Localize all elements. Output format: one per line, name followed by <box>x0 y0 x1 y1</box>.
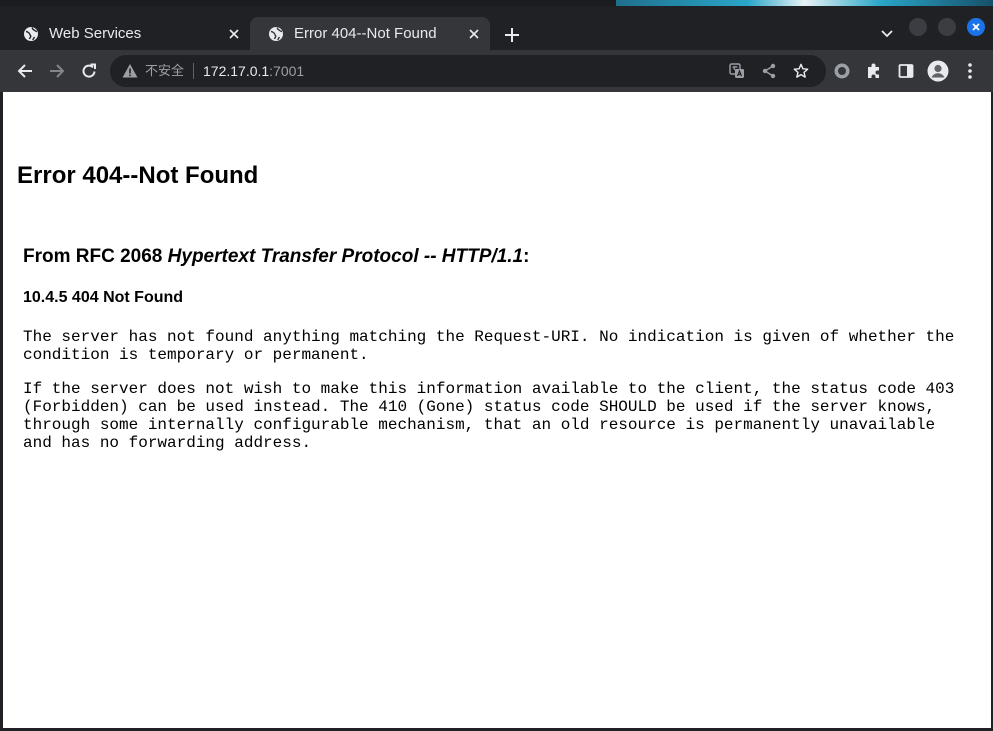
side-panel-icon <box>898 64 914 78</box>
tab-strip: Web Services Error 404--Not Found <box>0 6 993 50</box>
reload-icon <box>82 63 96 78</box>
body-paragraph: If the server does not wish to make this… <box>23 380 955 452</box>
star-icon[interactable] <box>791 61 811 81</box>
address-bar[interactable]: 不安全 172.17.0.1:7001 <box>110 55 826 87</box>
share-icon[interactable] <box>759 61 779 81</box>
page-title: Error 404--Not Found <box>17 162 259 189</box>
profile-button[interactable] <box>926 59 950 83</box>
close-icon[interactable] <box>224 24 244 44</box>
rfc-prefix: From RFC 2068 <box>23 246 168 267</box>
window-close-button[interactable] <box>967 18 985 36</box>
warning-icon[interactable] <box>122 63 138 79</box>
tab-error-404[interactable]: Error 404--Not Found <box>250 17 490 50</box>
menu-button[interactable] <box>958 59 982 83</box>
puzzle-icon <box>868 63 879 78</box>
chevron-down-icon <box>881 30 893 38</box>
reload-button[interactable] <box>77 59 101 83</box>
arrow-right-icon <box>50 64 65 78</box>
back-button[interactable] <box>13 59 37 83</box>
tab-title: Web Services <box>49 25 142 42</box>
record-icon <box>834 63 850 79</box>
globe-icon <box>268 26 284 42</box>
extensions-button[interactable] <box>862 59 886 83</box>
new-tab-button[interactable] <box>500 23 524 47</box>
side-panel-button[interactable] <box>894 59 918 83</box>
arrow-left-icon <box>17 64 32 78</box>
translate-icon[interactable] <box>727 61 747 81</box>
close-icon <box>972 23 980 31</box>
minimize-button[interactable] <box>909 18 927 36</box>
forward-button[interactable] <box>45 59 69 83</box>
browser-toolbar: 不安全 172.17.0.1:7001 <box>0 50 993 92</box>
url-port: :7001 <box>269 63 305 79</box>
url-host: 172.17.0.1 <box>203 63 270 79</box>
body-paragraph: The server has not found anything matchi… <box>23 328 955 364</box>
security-label[interactable]: 不安全 <box>145 63 184 79</box>
extension-record-button[interactable] <box>830 59 854 83</box>
rfc-heading: From RFC 2068 Hypertext Transfer Protoco… <box>23 246 529 268</box>
close-icon[interactable] <box>464 24 484 44</box>
url-text[interactable]: 172.17.0.1:7001 <box>203 62 304 80</box>
tab-title: Error 404--Not Found <box>294 25 437 42</box>
section-heading: 10.4.5 404 Not Found <box>23 289 184 306</box>
more-vert-icon <box>968 63 972 79</box>
avatar-icon <box>927 60 949 82</box>
page-viewport: Error 404--Not Found From RFC 2068 Hyper… <box>3 92 991 728</box>
tab-search-button[interactable] <box>876 23 898 45</box>
maximize-button[interactable] <box>938 18 956 36</box>
plus-icon <box>505 28 519 42</box>
tab-web-services[interactable]: Web Services <box>5 17 250 50</box>
globe-icon <box>23 26 39 42</box>
rfc-suffix: : <box>523 246 530 267</box>
rfc-title: Hypertext Transfer Protocol -- HTTP/1.1 <box>167 246 524 267</box>
address-separator <box>193 63 194 79</box>
